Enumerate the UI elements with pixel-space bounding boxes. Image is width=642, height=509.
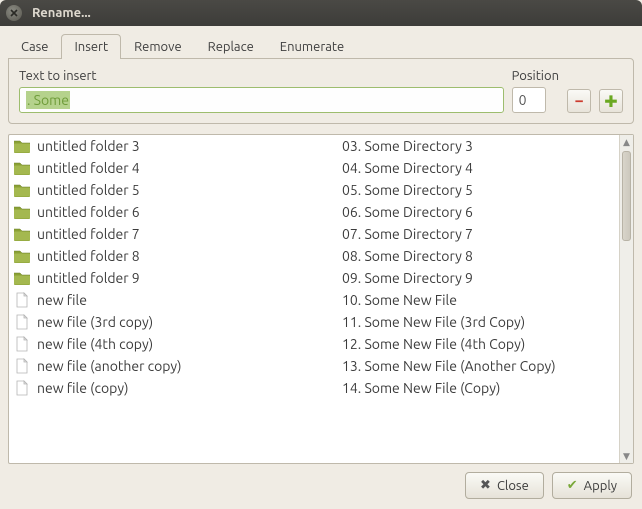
- renamed-name: 09. Some Directory 9: [342, 270, 615, 286]
- close-label: Close: [497, 479, 529, 493]
- file-icon: [13, 358, 31, 374]
- renamed-name: 14. Some New File (Copy): [342, 380, 615, 396]
- original-name: untitled folder 8: [37, 248, 342, 264]
- apply-button[interactable]: ✔ Apply: [552, 472, 632, 499]
- position-label: Position: [512, 69, 559, 83]
- list-item[interactable]: new file (another copy)13. Some New File…: [9, 355, 619, 377]
- tab-bar: Case Insert Remove Replace Enumerate: [8, 34, 634, 59]
- plus-icon: ✚: [604, 92, 617, 111]
- original-name: untitled folder 3: [37, 138, 342, 154]
- folder-icon: [13, 204, 31, 220]
- decrement-button[interactable]: −: [567, 89, 591, 113]
- scroll-up-icon[interactable]: ▲: [620, 135, 633, 149]
- dialog-buttons: ✖ Close ✔ Apply: [8, 464, 634, 501]
- insert-panel: Text to insert . Some Position 0 − ✚: [8, 58, 634, 124]
- list-item[interactable]: untitled folder 505. Some Directory 5: [9, 179, 619, 201]
- folder-icon: [13, 182, 31, 198]
- minus-icon: −: [574, 92, 583, 110]
- folder-icon: [13, 248, 31, 264]
- scroll-down-icon[interactable]: ▼: [620, 449, 633, 463]
- tab-case[interactable]: Case: [8, 34, 61, 59]
- original-name: untitled folder 4: [37, 160, 342, 176]
- list-item[interactable]: untitled folder 909. Some Directory 9: [9, 267, 619, 289]
- renamed-name: 12. Some New File (4th Copy): [342, 336, 615, 352]
- renamed-name: 13. Some New File (Another Copy): [342, 358, 615, 374]
- list-item[interactable]: new file10. Some New File: [9, 289, 619, 311]
- close-icon: ✖: [480, 478, 491, 493]
- renamed-name: 10. Some New File: [342, 292, 615, 308]
- original-name: untitled folder 5: [37, 182, 342, 198]
- scrollbar[interactable]: ▲ ▼: [619, 135, 633, 463]
- file-icon: [13, 292, 31, 308]
- list-item[interactable]: untitled folder 707. Some Directory 7: [9, 223, 619, 245]
- list-item[interactable]: new file (3rd copy)11. Some New File (3r…: [9, 311, 619, 333]
- original-name: new file (another copy): [37, 358, 342, 374]
- apply-label: Apply: [584, 479, 617, 493]
- original-name: new file (4th copy): [37, 336, 342, 352]
- original-name: new file: [37, 292, 342, 308]
- text-to-insert-input[interactable]: . Some: [19, 87, 504, 113]
- increment-button[interactable]: ✚: [599, 89, 623, 113]
- scroll-thumb[interactable]: [622, 151, 631, 241]
- window-close-icon[interactable]: [6, 5, 22, 21]
- text-to-insert-label: Text to insert: [19, 69, 504, 83]
- apply-icon: ✔: [567, 478, 578, 493]
- list-item[interactable]: new file (4th copy)12. Some New File (4t…: [9, 333, 619, 355]
- list-item[interactable]: untitled folder 303. Some Directory 3: [9, 135, 619, 157]
- renamed-name: 05. Some Directory 5: [342, 182, 615, 198]
- folder-icon: [13, 160, 31, 176]
- tab-replace[interactable]: Replace: [195, 34, 267, 59]
- list-item[interactable]: untitled folder 606. Some Directory 6: [9, 201, 619, 223]
- list-item[interactable]: new file (copy)14. Some New File (Copy): [9, 377, 619, 399]
- close-button[interactable]: ✖ Close: [465, 472, 544, 499]
- file-icon: [13, 314, 31, 330]
- original-name: untitled folder 6: [37, 204, 342, 220]
- list-item[interactable]: untitled folder 808. Some Directory 8: [9, 245, 619, 267]
- file-icon: [13, 336, 31, 352]
- renamed-name: 06. Some Directory 6: [342, 204, 615, 220]
- list-item[interactable]: untitled folder 404. Some Directory 4: [9, 157, 619, 179]
- renamed-name: 08. Some Directory 8: [342, 248, 615, 264]
- original-name: untitled folder 9: [37, 270, 342, 286]
- folder-icon: [13, 226, 31, 242]
- position-input[interactable]: 0: [512, 87, 546, 113]
- original-name: new file (3rd copy): [37, 314, 342, 330]
- renamed-name: 11. Some New File (3rd Copy): [342, 314, 615, 330]
- renamed-name: 07. Some Directory 7: [342, 226, 615, 242]
- renamed-name: 03. Some Directory 3: [342, 138, 615, 154]
- folder-icon: [13, 270, 31, 286]
- file-icon: [13, 380, 31, 396]
- tab-enumerate[interactable]: Enumerate: [267, 34, 357, 59]
- original-name: untitled folder 7: [37, 226, 342, 242]
- tab-insert[interactable]: Insert: [61, 34, 121, 59]
- file-list: untitled folder 303. Some Directory 3unt…: [8, 134, 634, 464]
- renamed-name: 04. Some Directory 4: [342, 160, 615, 176]
- original-name: new file (copy): [37, 380, 342, 396]
- title-bar: Rename...: [0, 0, 642, 26]
- window-title: Rename...: [32, 6, 91, 20]
- folder-icon: [13, 138, 31, 154]
- tab-remove[interactable]: Remove: [121, 34, 195, 59]
